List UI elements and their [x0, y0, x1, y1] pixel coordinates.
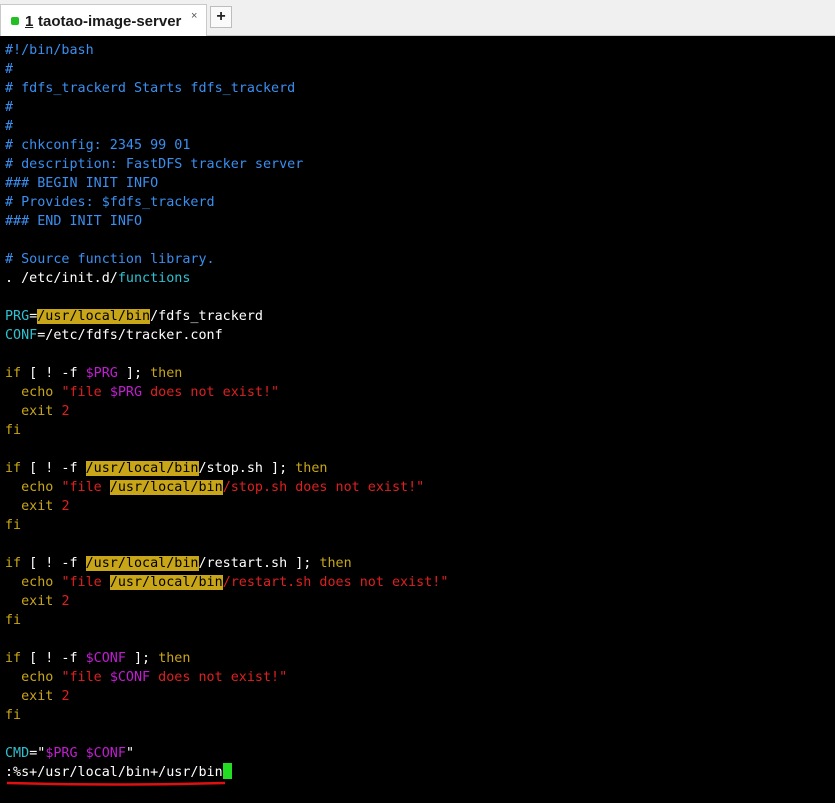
code-line: CMD="$PRG $CONF" [5, 746, 134, 761]
code-line: echo "file /usr/local/bin/restart.sh doe… [21, 575, 449, 590]
code-line: echo "file $PRG does not exist!" [21, 385, 280, 400]
code-line: if [ ! -f /usr/local/bin/stop.sh ]; then [5, 461, 328, 476]
code-line: fi [5, 518, 22, 533]
terminal-editor[interactable]: #!/bin/bash # # fdfs_trackerd Starts fdfs_… [0, 36, 835, 803]
connected-status-icon [11, 17, 19, 25]
code-line: #!/bin/bash [5, 43, 94, 58]
code-line: echo "file /usr/local/bin/stop.sh does n… [21, 480, 425, 495]
code-line: . /etc/init.d/functions [5, 271, 191, 286]
code-line: exit 2 [21, 404, 70, 419]
code-line: ### END INIT INFO [5, 214, 143, 229]
code-line: # chkconfig: 2345 99 01 [5, 138, 191, 153]
code-line: # [5, 100, 14, 115]
code-line: PRG=/usr/local/bin/fdfs_trackerd [5, 309, 263, 324]
tab-title: taotao-image-server [38, 13, 182, 30]
code-line: fi [5, 708, 22, 723]
code-line: echo "file $CONF does not exist!" [21, 670, 288, 685]
code-line: fi [5, 423, 22, 438]
annotation-underline [6, 781, 226, 786]
code-line: if [ ! -f /usr/local/bin/restart.sh ]; t… [5, 556, 352, 571]
code-line: # [5, 119, 14, 134]
code-line: exit 2 [21, 499, 70, 514]
code-line: exit 2 [21, 594, 70, 609]
tab-bar: 1 taotao-image-server × + [0, 0, 835, 36]
code-line: fi [5, 613, 22, 628]
code-line: CONF=/etc/fdfs/tracker.conf [5, 328, 223, 343]
close-icon[interactable]: × [191, 10, 197, 22]
tab-session[interactable]: 1 taotao-image-server × [0, 4, 207, 36]
code-line: # Source function library. [5, 252, 215, 267]
new-tab-button[interactable]: + [210, 6, 232, 28]
code-line: # [5, 62, 14, 77]
command-line[interactable]: :%s+/usr/local/bin+/usr/bin [5, 763, 232, 782]
code-line: # Provides: $fdfs_trackerd [5, 195, 215, 210]
code-line: ### BEGIN INIT INFO [5, 176, 159, 191]
cursor [222, 763, 232, 779]
code-line: if [ ! -f $CONF ]; then [5, 651, 191, 666]
code-line: if [ ! -f $PRG ]; then [5, 366, 183, 381]
code-line: exit 2 [21, 689, 70, 704]
command-text: :%s+/usr/local/bin+/usr/bin [5, 765, 223, 780]
tab-number: 1 [25, 13, 34, 30]
code-line: # fdfs_trackerd Starts fdfs_trackerd [5, 81, 296, 96]
code-line: # description: FastDFS tracker server [5, 157, 304, 172]
